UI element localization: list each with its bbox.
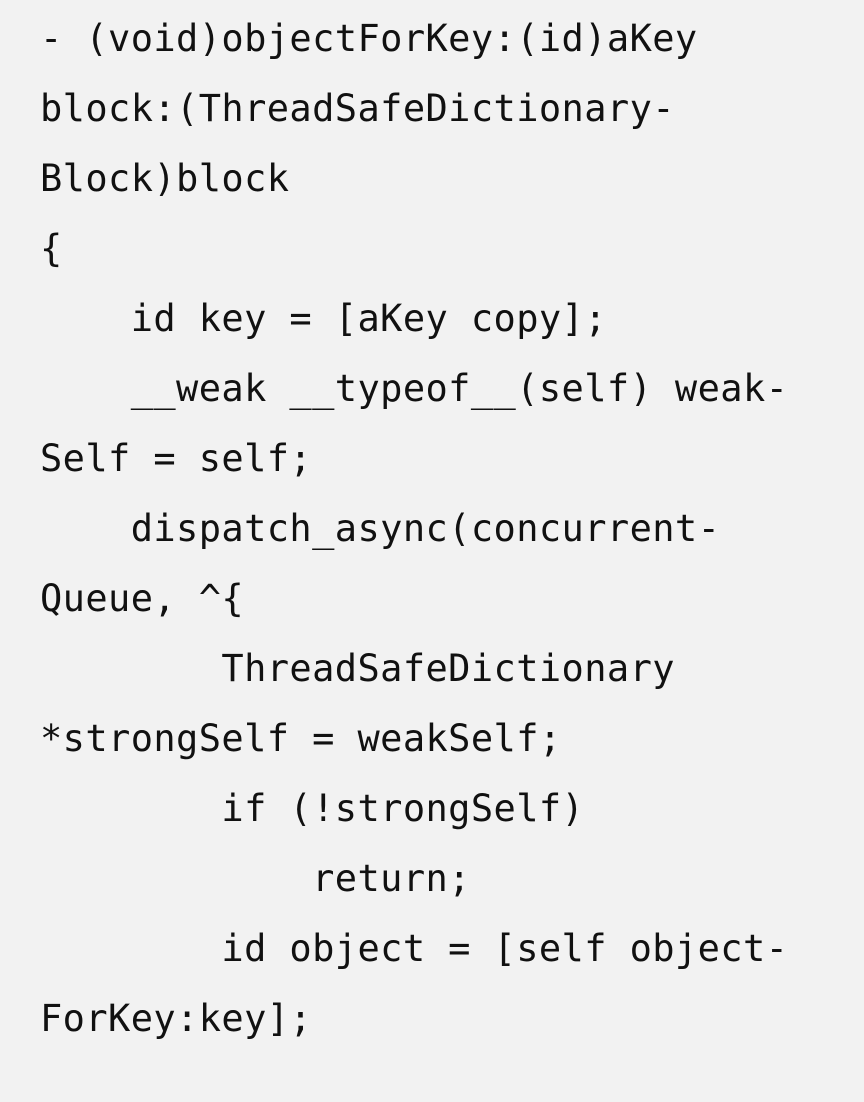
code-line: __weak __typeof__(self) weak-: [40, 367, 789, 410]
code-line: ForKey:key];: [40, 997, 313, 1040]
code-line: if (!strongSelf): [40, 787, 585, 830]
code-line: ThreadSafeDictionary: [40, 647, 675, 690]
code-line: {: [40, 227, 63, 270]
code-line: Block)block: [40, 157, 290, 200]
code-line: *strongSelf = weakSelf;: [40, 717, 562, 760]
code-line: return;: [40, 857, 471, 900]
code-line: id object = [self object-: [40, 927, 789, 970]
code-line: id key = [aKey copy];: [40, 297, 607, 340]
code-line: dispatch_async(concurrent-: [40, 507, 721, 550]
code-listing: - (void)objectForKey:(id)aKey block:(Thr…: [0, 0, 864, 1102]
code-line: block:(ThreadSafeDictionary-: [40, 87, 675, 130]
code-line: Queue, ^{: [40, 577, 245, 620]
code-line: - (void)objectForKey:(id)aKey: [40, 17, 698, 60]
code-line: Self = self;: [40, 437, 313, 480]
